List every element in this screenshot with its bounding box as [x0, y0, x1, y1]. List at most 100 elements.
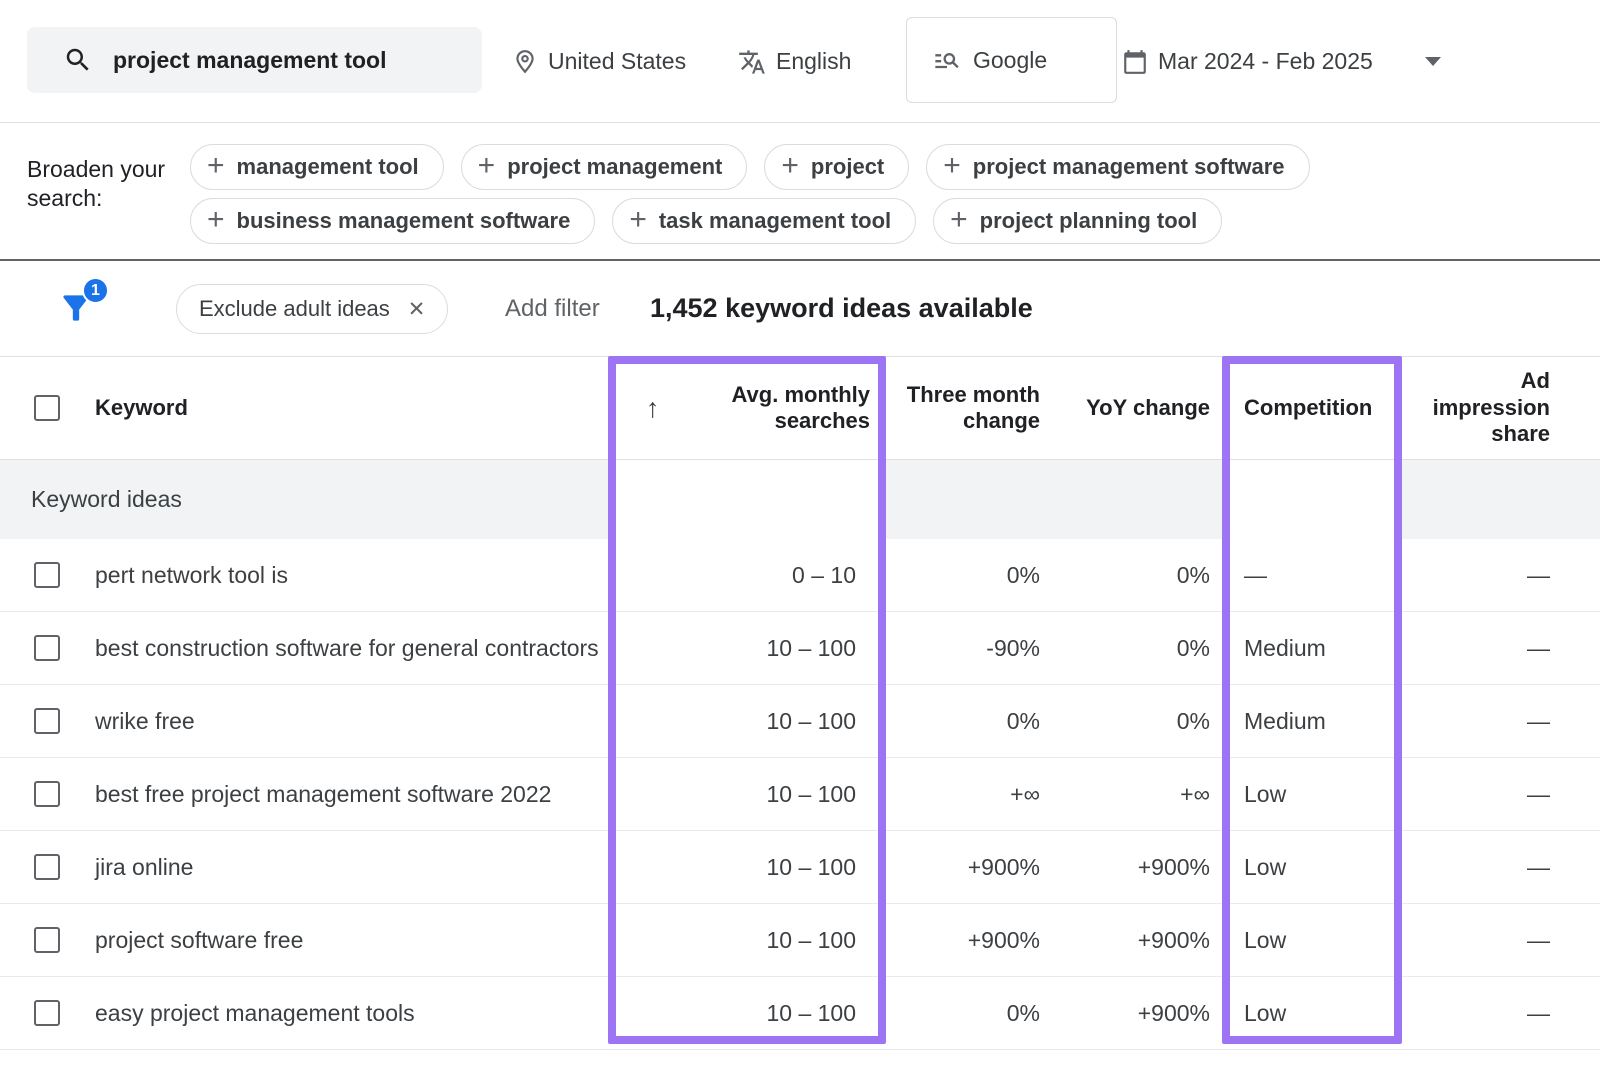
- three-month-change-cell: 0%: [886, 562, 1056, 589]
- date-range-selector[interactable]: Mar 2024 - Feb 2025: [1122, 0, 1441, 123]
- sort-ascending-icon[interactable]: ↑: [646, 392, 660, 424]
- table-row[interactable]: jira online 10 – 100 +900% +900% Low —: [0, 831, 1600, 904]
- table-row[interactable]: project software free 10 – 100 +900% +90…: [0, 904, 1600, 977]
- keyword-cell: project software free: [80, 927, 610, 954]
- competition-cell: Low: [1226, 1000, 1406, 1027]
- column-header-competition[interactable]: Competition: [1226, 395, 1406, 421]
- row-checkbox[interactable]: [34, 562, 60, 588]
- column-header-yoy-change[interactable]: YoY change: [1056, 395, 1226, 421]
- competition-cell: —: [1226, 562, 1406, 589]
- plus-icon: +: [207, 205, 225, 235]
- select-all-checkbox[interactable]: [34, 395, 60, 421]
- competition-cell: Medium: [1226, 635, 1406, 662]
- ad-impression-share-cell: —: [1406, 562, 1600, 589]
- three-month-change-cell: +900%: [886, 927, 1056, 954]
- yoy-change-cell: 0%: [1056, 635, 1226, 662]
- competition-cell: Low: [1226, 927, 1406, 954]
- avg-monthly-searches-cell: 10 – 100: [610, 927, 886, 954]
- avg-monthly-searches-cell: 0 – 10: [610, 562, 886, 589]
- row-checkbox[interactable]: [34, 927, 60, 953]
- row-checkbox[interactable]: [34, 708, 60, 734]
- highlight-backdrop: [616, 460, 878, 539]
- chevron-down-icon: [1425, 57, 1441, 66]
- language-selector[interactable]: English: [738, 0, 851, 123]
- column-header-avg-monthly-searches[interactable]: ↑ Avg. monthly searches: [610, 382, 886, 435]
- row-checkbox[interactable]: [34, 854, 60, 880]
- column-header-three-month-change[interactable]: Three month change: [886, 382, 1056, 435]
- ad-impression-share-cell: —: [1406, 854, 1600, 881]
- keyword-ideas-count: 1,452 keyword ideas available: [650, 261, 1033, 356]
- location-selector[interactable]: United States: [512, 0, 686, 123]
- broaden-chip[interactable]: + project management software: [926, 144, 1309, 190]
- three-month-change-cell: +900%: [886, 854, 1056, 881]
- add-filter-button[interactable]: Add filter: [505, 261, 600, 356]
- yoy-change-cell: 0%: [1056, 708, 1226, 735]
- highlight-backdrop: [1230, 460, 1394, 539]
- keyword-cell: easy project management tools: [80, 1000, 610, 1027]
- keyword-cell: pert network tool is: [80, 562, 610, 589]
- ad-impression-share-cell: —: [1406, 635, 1600, 662]
- avg-monthly-searches-cell: 10 – 100: [610, 635, 886, 662]
- filter-funnel-button[interactable]: 1: [57, 289, 97, 329]
- plus-icon: +: [629, 205, 647, 235]
- column-header-ad-impression-share[interactable]: Ad impression share: [1406, 368, 1600, 447]
- row-checkbox[interactable]: [34, 635, 60, 661]
- competition-cell: Low: [1226, 854, 1406, 881]
- broaden-chip[interactable]: + project management: [461, 144, 748, 190]
- date-range-label: Mar 2024 - Feb 2025: [1158, 48, 1373, 75]
- exclude-adult-ideas-chip[interactable]: Exclude adult ideas ✕: [176, 284, 448, 334]
- competition-cell: Low: [1226, 781, 1406, 808]
- table-row[interactable]: easy project management tools 10 – 100 0…: [0, 977, 1600, 1050]
- row-checkbox[interactable]: [34, 781, 60, 807]
- calendar-icon: [1122, 49, 1148, 75]
- filter-bar: 1 Exclude adult ideas ✕ Add filter 1,452…: [0, 261, 1600, 356]
- keyword-cell: best free project management software 20…: [80, 781, 610, 808]
- broaden-chip[interactable]: + management tool: [190, 144, 444, 190]
- filter-count-badge: 1: [82, 277, 109, 304]
- network-selector[interactable]: Google: [906, 17, 1117, 103]
- yoy-change-cell: 0%: [1056, 562, 1226, 589]
- row-checkbox[interactable]: [34, 1000, 60, 1026]
- table-row[interactable]: best construction software for general c…: [0, 612, 1600, 685]
- avg-monthly-searches-cell: 10 – 100: [610, 854, 886, 881]
- ad-impression-share-cell: —: [1406, 708, 1600, 735]
- yoy-change-cell: +900%: [1056, 927, 1226, 954]
- ad-impression-share-cell: —: [1406, 1000, 1600, 1027]
- topbar: project management tool United States En…: [0, 0, 1600, 123]
- avg-monthly-searches-cell: 10 – 100: [610, 1000, 886, 1027]
- yoy-change-cell: +∞: [1056, 781, 1226, 808]
- avg-monthly-searches-cell: 10 – 100: [610, 708, 886, 735]
- close-icon[interactable]: ✕: [408, 299, 426, 320]
- yoy-change-cell: +900%: [1056, 854, 1226, 881]
- broaden-chip[interactable]: + business management software: [190, 198, 595, 244]
- broaden-chip[interactable]: + task management tool: [612, 198, 916, 244]
- keyword-cell: best construction software for general c…: [80, 635, 610, 662]
- three-month-change-cell: +∞: [886, 781, 1056, 808]
- broaden-chip[interactable]: + project planning tool: [933, 198, 1222, 244]
- broaden-search-section: Broaden your search: + management tool +…: [0, 123, 1600, 261]
- three-month-change-cell: 0%: [886, 1000, 1056, 1027]
- search-icon: [63, 45, 93, 75]
- avg-monthly-searches-cell: 10 – 100: [610, 781, 886, 808]
- google-keyword-planner: project management tool United States En…: [0, 0, 1600, 1069]
- table-row[interactable]: wrike free 10 – 100 0% 0% Medium —: [0, 685, 1600, 758]
- column-header-keyword[interactable]: Keyword: [80, 395, 610, 421]
- table-body: pert network tool is 0 – 10 0% 0% — — be…: [0, 539, 1600, 1050]
- table-row[interactable]: best free project management software 20…: [0, 758, 1600, 831]
- table-header-row: Keyword ↑ Avg. monthly searches Three mo…: [0, 356, 1600, 460]
- plus-icon: +: [207, 151, 225, 181]
- search-network-icon: [933, 46, 961, 74]
- broaden-chip[interactable]: + project: [764, 144, 909, 190]
- plus-icon: +: [943, 151, 961, 181]
- plus-icon: +: [781, 151, 799, 181]
- keyword-search-box[interactable]: project management tool: [27, 27, 482, 93]
- section-label: Keyword ideas: [0, 486, 182, 513]
- three-month-change-cell: -90%: [886, 635, 1056, 662]
- location-pin-icon: [512, 49, 538, 75]
- yoy-change-cell: +900%: [1056, 1000, 1226, 1027]
- plus-icon: +: [478, 151, 496, 181]
- language-label: English: [776, 48, 851, 75]
- network-label: Google: [973, 47, 1047, 74]
- table-row[interactable]: pert network tool is 0 – 10 0% 0% — —: [0, 539, 1600, 612]
- ad-impression-share-cell: —: [1406, 927, 1600, 954]
